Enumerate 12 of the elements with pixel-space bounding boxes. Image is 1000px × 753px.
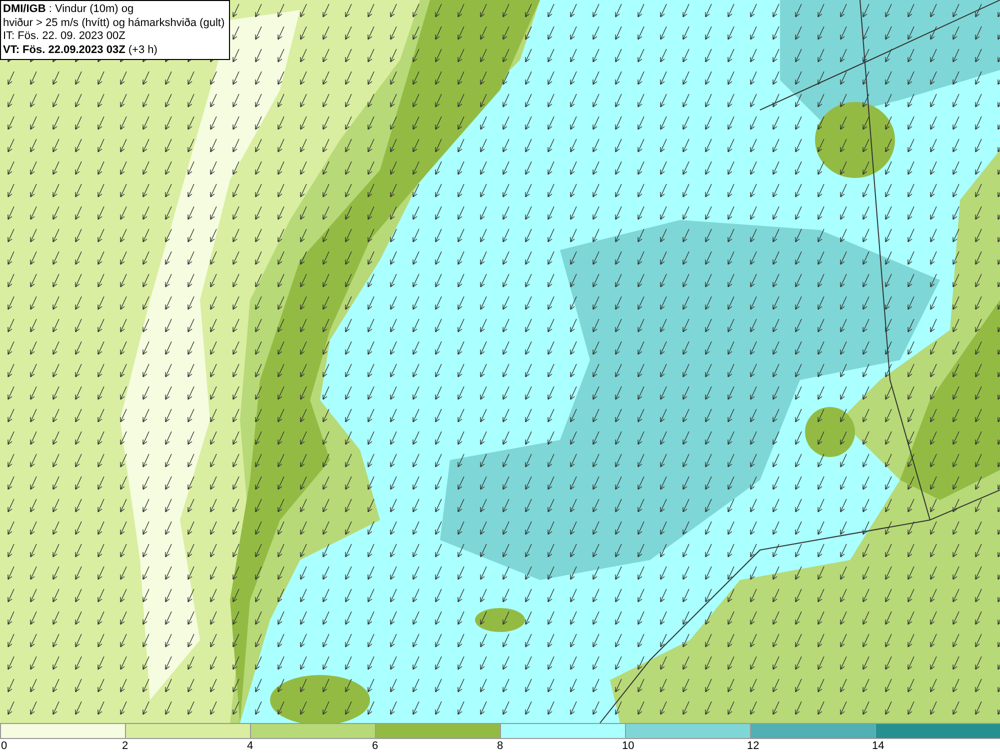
scale-label: 4 <box>247 739 254 753</box>
scale-label: 10 <box>622 739 634 753</box>
scale-label: 14 <box>872 739 884 753</box>
scale-label: 0 <box>1 739 8 753</box>
legend-text: DMI/IGB : Vindur (10m) og <box>3 3 135 16</box>
scale-label: 2 <box>122 739 128 753</box>
legend-text: IT: Fös. 22. 09. 2023 00Z <box>3 30 126 44</box>
legend-text: hviður > 25 m/s (hvítt) og hámarkshviða (gult) <box>3 16 225 30</box>
legend-text: VT: Fös. 22.09.2023 03Z (+3 h) <box>3 44 158 57</box>
scale-label: 12 <box>747 739 760 753</box>
scale-label: 6 <box>372 739 378 753</box>
scale-label: 8 <box>497 739 504 753</box>
